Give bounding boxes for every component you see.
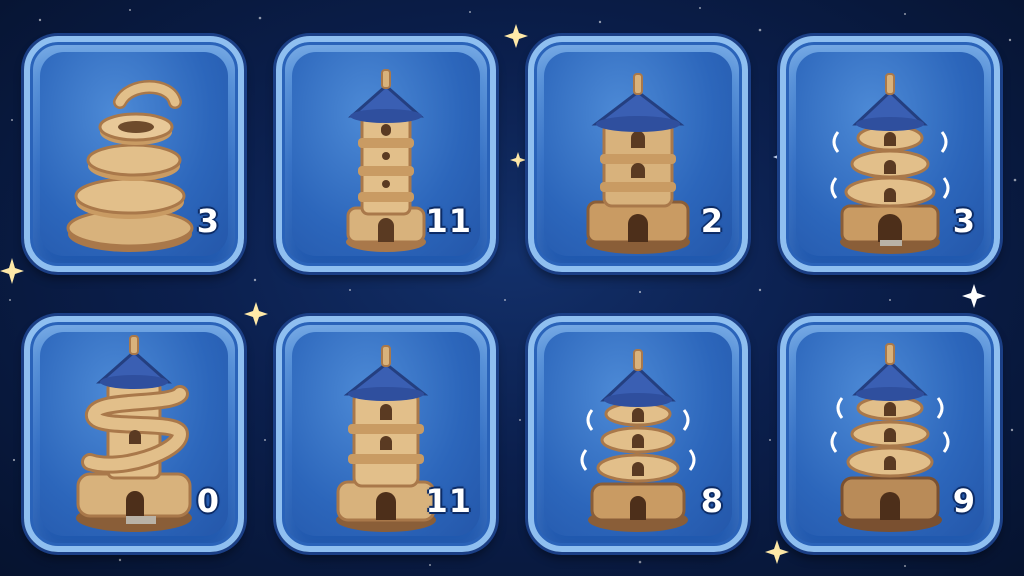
item-count: 2: [700, 202, 724, 240]
inventory-slot-sand-spiral[interactable]: 3: [24, 36, 244, 272]
item-count: 9: [952, 482, 976, 520]
item-count: 0: [196, 482, 220, 520]
inventory-slot-sand-tower-tall[interactable]: 11: [276, 316, 496, 552]
inventory-slot-sand-tower-shaking-large[interactable]: 9: [780, 316, 1000, 552]
item-count: 3: [196, 202, 220, 240]
inventory-slot-sand-tower-spiral-wrapped[interactable]: 0: [24, 316, 244, 552]
inventory-slot-sand-tower-slim[interactable]: 11: [276, 36, 496, 272]
item-count: 11: [425, 482, 472, 520]
item-count: 8: [700, 482, 724, 520]
inventory-slot-sand-tower-wide[interactable]: 2: [528, 36, 748, 272]
inventory-slot-sand-tower-wobbly[interactable]: 3: [780, 36, 1000, 272]
item-count: 11: [425, 202, 472, 240]
item-count: 3: [952, 202, 976, 240]
inventory-grid: 3 11 2 3 0 11 8 9: [0, 0, 1024, 576]
inventory-slot-sand-tower-shaking[interactable]: 8: [528, 316, 748, 552]
